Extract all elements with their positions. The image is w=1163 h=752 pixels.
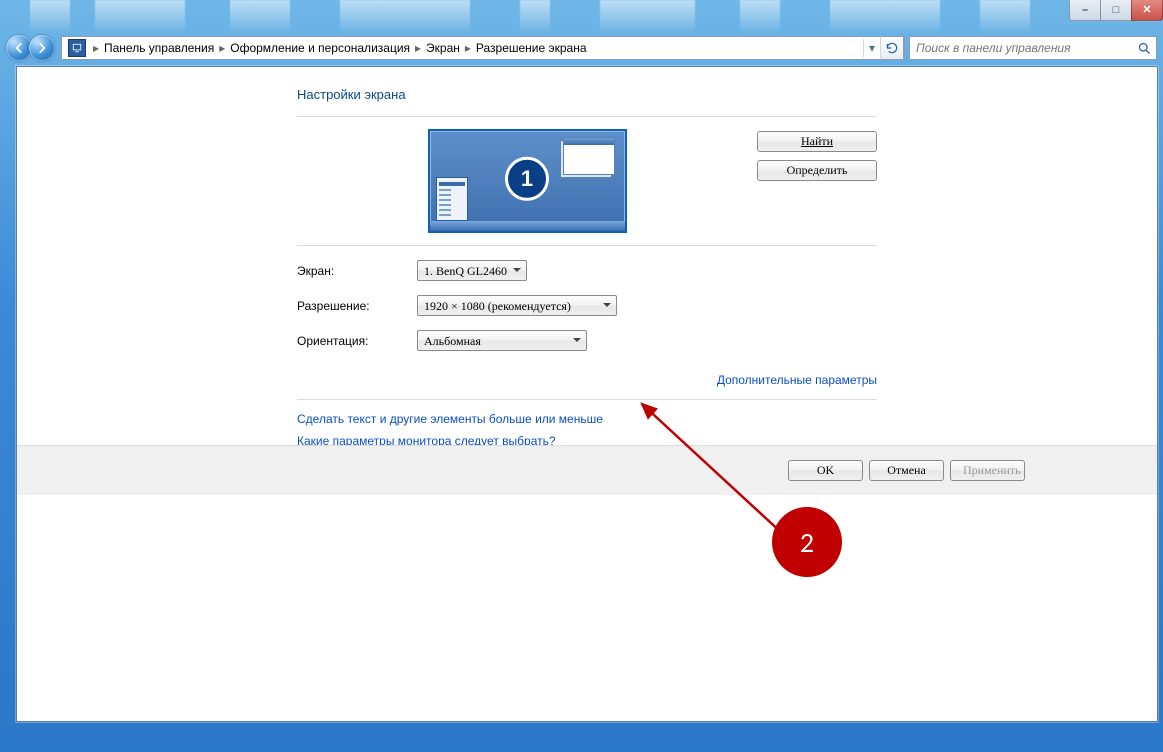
orientation-dropdown[interactable]: Альбомная — [417, 330, 587, 351]
breadcrumb-display[interactable]: Экран — [424, 41, 462, 55]
chevron-right-icon: ▸ — [216, 41, 228, 55]
chevron-right-icon: ▸ — [462, 41, 474, 55]
minimize-button[interactable]: – — [1069, 0, 1101, 21]
nav-bar: ▸ Панель управления ▸ Оформление и персо… — [6, 32, 1157, 64]
address-history-dropdown[interactable]: ▾ — [863, 39, 880, 57]
maximize-button[interactable]: □ — [1100, 0, 1132, 21]
resolution-dropdown[interactable]: 1920 × 1080 (рекомендуется) — [417, 295, 617, 316]
display-preview-area: 1 Найти Определить — [297, 116, 877, 246]
label-resolution: Разрешение: — [297, 299, 417, 313]
page-title: Настройки экрана — [297, 87, 877, 102]
close-button[interactable]: ✕ — [1131, 0, 1163, 21]
label-orientation: Ориентация: — [297, 334, 417, 348]
control-panel-icon — [68, 39, 86, 57]
search-input[interactable] — [914, 40, 1136, 56]
window-controls: – □ ✕ — [1070, 0, 1163, 20]
address-bar[interactable]: ▸ Панель управления ▸ Оформление и персо… — [61, 36, 905, 60]
ok-button[interactable]: OK — [788, 460, 863, 481]
preview-startmenu-icon — [436, 177, 468, 221]
display-dropdown[interactable]: 1. BenQ GL2460 — [417, 260, 527, 281]
window-body: Настройки экрана 1 Найти Определить Экра — [16, 66, 1158, 722]
cancel-button[interactable]: Отмена — [869, 460, 944, 481]
annotation-badge: 2 — [772, 507, 842, 577]
forward-button[interactable] — [29, 35, 55, 61]
preview-window-icon — [563, 137, 615, 175]
breadcrumb-appearance[interactable]: Оформление и персонализация — [228, 41, 412, 55]
detect-button[interactable]: Определить — [757, 160, 877, 181]
breadcrumb-resolution[interactable]: Разрешение экрана — [474, 41, 589, 55]
refresh-button[interactable] — [880, 36, 904, 60]
chevron-right-icon: ▸ — [412, 41, 424, 55]
label-display: Экран: — [297, 264, 417, 278]
chevron-right-icon: ▸ — [90, 41, 102, 55]
search-box[interactable] — [909, 36, 1157, 60]
find-button[interactable]: Найти — [757, 131, 877, 152]
breadcrumb-control-panel[interactable]: Панель управления — [102, 41, 216, 55]
monitor-thumbnail-1[interactable]: 1 — [428, 129, 627, 233]
dialog-button-bar: OK Отмена Применить — [17, 445, 1157, 495]
search-icon[interactable] — [1136, 40, 1152, 56]
advanced-settings-link[interactable]: Дополнительные параметры — [717, 373, 877, 387]
monitor-number-badge: 1 — [505, 157, 549, 201]
text-size-link[interactable]: Сделать текст и другие элементы больше и… — [297, 412, 603, 426]
window-glass-streaks — [0, 0, 1163, 28]
apply-button: Применить — [950, 460, 1025, 481]
preview-taskbar-icon — [430, 221, 625, 231]
